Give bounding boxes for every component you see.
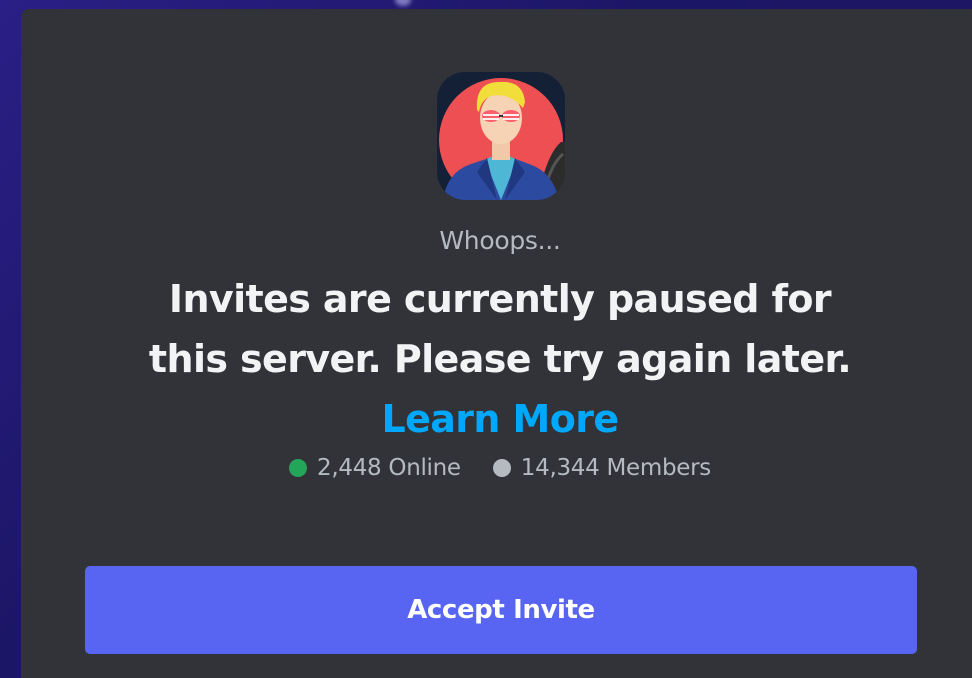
online-count: 2,448 Online xyxy=(289,453,461,483)
members-count-label: 14,344 Members xyxy=(520,455,711,481)
server-avatar-image xyxy=(439,78,565,200)
members-count: 14,344 Members xyxy=(492,453,711,483)
server-avatar xyxy=(437,72,565,200)
learn-more-link[interactable]: Learn More xyxy=(381,397,619,441)
members-status-icon xyxy=(492,459,511,477)
background-glow xyxy=(395,0,411,6)
invite-subtitle: Whoops... xyxy=(439,226,561,255)
accept-invite-button[interactable]: Accept Invite xyxy=(85,566,917,654)
server-stats: 2,448 Online 14,344 Members xyxy=(21,453,972,483)
invite-modal: Whoops... Invites are currently paused f… xyxy=(21,9,972,678)
online-count-label: 2,448 Online xyxy=(317,455,461,481)
invite-message-text: Invites are currently paused for this se… xyxy=(148,277,852,381)
online-status-icon xyxy=(289,459,308,477)
invite-message: Invites are currently paused for this se… xyxy=(125,269,875,449)
